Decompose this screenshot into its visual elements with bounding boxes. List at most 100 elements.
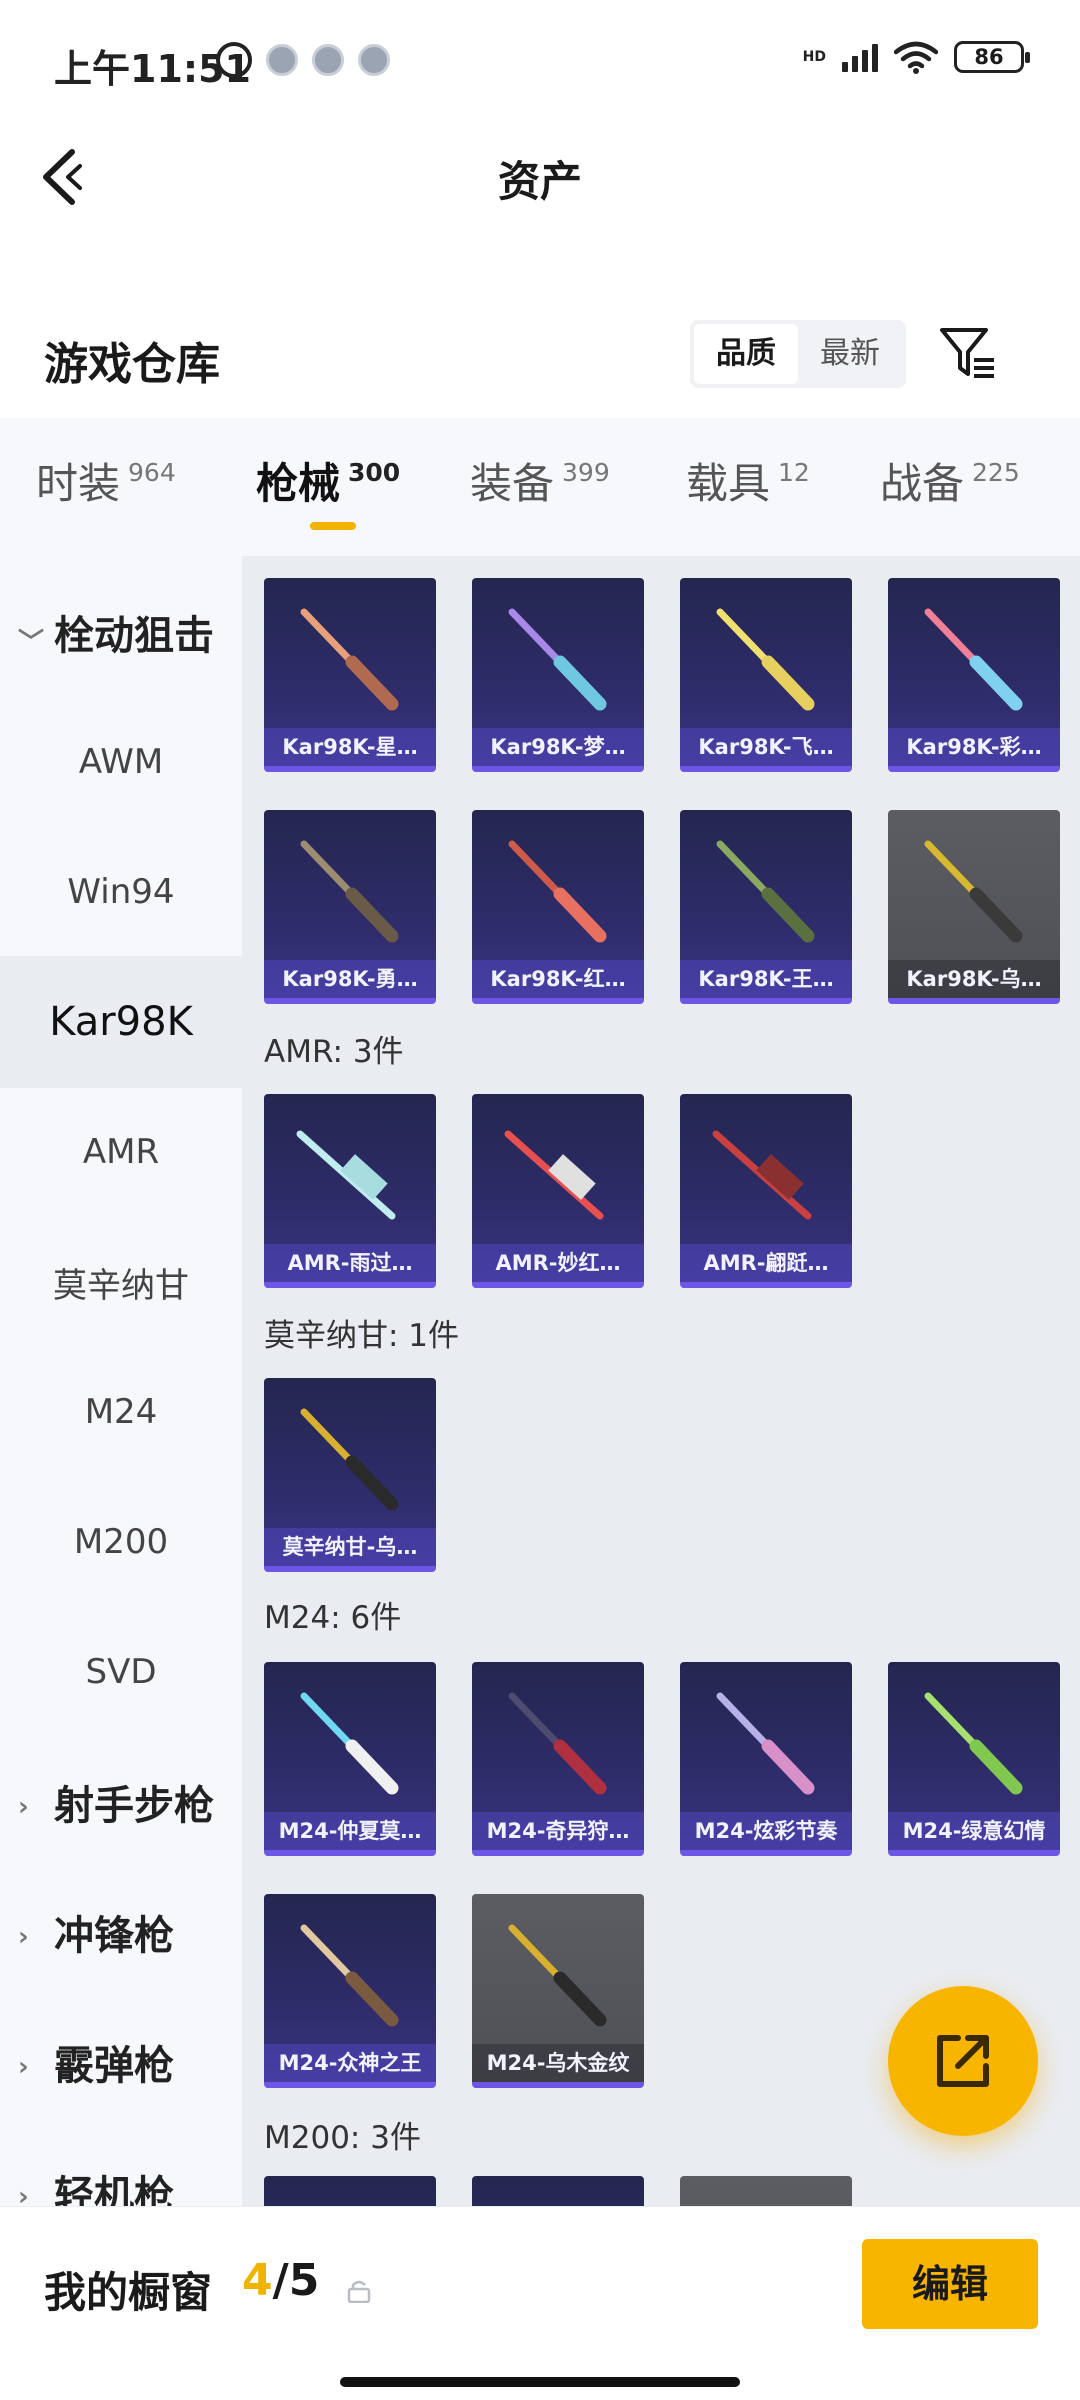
rifle-skin-icon bbox=[924, 608, 1023, 711]
tab-vehicles[interactable]: 载具 12 bbox=[686, 458, 810, 518]
tab-label: 装备 bbox=[470, 459, 555, 508]
tab-supplies[interactable]: 战备 225 bbox=[880, 458, 1020, 518]
card-name: M24-乌木金纹 bbox=[472, 2044, 644, 2082]
wifi-icon bbox=[894, 41, 938, 74]
sidebar-group-label: 射手步枪 bbox=[54, 1783, 214, 1829]
weapon-card[interactable]: Kar98K-勇… bbox=[264, 810, 436, 1004]
weapon-card[interactable]: M24-绿意幻情 bbox=[888, 1662, 1060, 1856]
sidebar-item-awm[interactable]: AWM bbox=[0, 696, 242, 828]
tab-label: 时装 bbox=[36, 459, 121, 508]
showcase-bar: 我的橱窗 4/5 编辑 bbox=[0, 2206, 1080, 2400]
battery-icon: 86 bbox=[954, 41, 1030, 73]
card-name: M24-众神之王 bbox=[264, 2044, 436, 2082]
weapon-card[interactable]: M24-奇异狩… bbox=[472, 1662, 644, 1856]
weapon-card[interactable]: M24-炫彩节奏 bbox=[680, 1662, 852, 1856]
weapon-sidebar: ﹀ 栓动狙击 AWM Win94 Kar98K AMR 莫辛纳甘 M24 M20… bbox=[0, 556, 242, 2219]
app-header: 资产 bbox=[0, 120, 1080, 230]
sidebar-group-smg[interactable]: › 冲锋枪 bbox=[0, 1866, 242, 1998]
network-type: HD bbox=[802, 49, 826, 65]
card-name: AMR-妙红… bbox=[472, 1244, 644, 1282]
sort-toggle: 品质 最新 bbox=[690, 320, 906, 388]
notification-icons bbox=[216, 42, 390, 78]
showcase-current: 4 bbox=[242, 2255, 273, 2306]
sidebar-group-bolt-sniper[interactable]: ﹀ 栓动狙击 bbox=[0, 566, 242, 698]
sidebar-item-mosin[interactable]: 莫辛纳甘 bbox=[0, 1216, 242, 1348]
sort-quality[interactable]: 品质 bbox=[694, 324, 798, 384]
active-tab-indicator bbox=[310, 522, 356, 530]
weapon-card[interactable]: AMR-雨过… bbox=[264, 1094, 436, 1288]
weapon-card[interactable]: Kar98K-乌… bbox=[888, 810, 1060, 1004]
tab-label: 枪械 bbox=[256, 459, 341, 508]
rifle-skin-icon bbox=[508, 1924, 607, 2027]
weapon-card[interactable]: Kar98K-飞… bbox=[680, 578, 852, 772]
sidebar-group-shotgun[interactable]: › 霰弹枪 bbox=[0, 1996, 242, 2128]
status-bar: 上午11:51 HD 86 bbox=[0, 0, 1080, 120]
app-notification-icon bbox=[266, 44, 298, 76]
weapon-card[interactable] bbox=[472, 2176, 644, 2206]
tab-equipment[interactable]: 装备 399 bbox=[470, 458, 610, 518]
sidebar-item-win94[interactable]: Win94 bbox=[0, 826, 242, 958]
rifle-skin-icon bbox=[924, 1692, 1023, 1795]
section-label: 莫辛纳甘: 1件 bbox=[264, 1318, 460, 1354]
weapon-card[interactable]: Kar98K-红… bbox=[472, 810, 644, 1004]
sidebar-item-m200[interactable]: M200 bbox=[0, 1476, 242, 1608]
tab-firearms[interactable]: 枪械 300 bbox=[256, 458, 400, 518]
card-name: Kar98K-飞… bbox=[680, 728, 852, 766]
weapon-card[interactable] bbox=[264, 2176, 436, 2206]
weapon-card[interactable]: M24-仲夏莫… bbox=[264, 1662, 436, 1856]
share-fab[interactable] bbox=[888, 1986, 1038, 2136]
edit-button[interactable]: 编辑 bbox=[862, 2239, 1038, 2329]
section-label: M24: 6件 bbox=[264, 1600, 402, 1636]
page-title: 资产 bbox=[497, 157, 582, 206]
sort-newest[interactable]: 最新 bbox=[798, 324, 902, 384]
tab-fashion[interactable]: 时装 964 bbox=[36, 458, 176, 518]
share-icon bbox=[937, 2035, 989, 2087]
card-name: Kar98K-勇… bbox=[264, 960, 436, 998]
card-name: Kar98K-乌… bbox=[888, 960, 1060, 998]
rifle-skin-icon bbox=[300, 840, 399, 943]
app-notification-icon bbox=[312, 44, 344, 76]
card-name: AMR-翩跹… bbox=[680, 1244, 852, 1282]
weapon-grid: Kar98K-星… Kar98K-梦… Kar98K-飞… Kar98K-彩… … bbox=[242, 556, 1080, 2206]
tab-count: 300 bbox=[348, 458, 401, 487]
chevron-down-icon: ﹀ bbox=[18, 628, 45, 658]
filter-icon[interactable] bbox=[938, 324, 998, 384]
weapon-card[interactable]: AMR-翩跹… bbox=[680, 1094, 852, 1288]
weapon-card[interactable]: M24-乌木金纹 bbox=[472, 1894, 644, 2088]
sidebar-item-svd[interactable]: SVD bbox=[0, 1606, 242, 1738]
sidebar-group-label: 霰弹枪 bbox=[54, 2043, 174, 2089]
rifle-skin-icon bbox=[716, 1692, 815, 1795]
card-name: M24-奇异狩… bbox=[472, 1812, 644, 1850]
tab-label: 载具 bbox=[686, 459, 771, 508]
weapon-card[interactable]: 莫辛纳甘-乌… bbox=[264, 1378, 436, 1572]
weapon-card[interactable]: Kar98K-星… bbox=[264, 578, 436, 772]
weapon-card[interactable] bbox=[680, 2176, 852, 2206]
alarm-icon bbox=[216, 42, 252, 78]
sidebar-item-m24[interactable]: M24 bbox=[0, 1346, 242, 1478]
weapon-card[interactable]: M24-众神之王 bbox=[264, 1894, 436, 2088]
weapon-card[interactable]: Kar98K-彩… bbox=[888, 578, 1060, 772]
card-name: M24-绿意幻情 bbox=[888, 1812, 1060, 1850]
card-name: Kar98K-王… bbox=[680, 960, 852, 998]
weapon-card[interactable]: AMR-妙红… bbox=[472, 1094, 644, 1288]
rifle-skin-icon bbox=[924, 840, 1023, 943]
card-name: Kar98K-星… bbox=[264, 728, 436, 766]
sidebar-group-label: 栓动狙击 bbox=[54, 613, 214, 659]
rifle-skin-icon bbox=[508, 608, 607, 711]
tab-count: 225 bbox=[972, 458, 1020, 487]
rifle-skin-icon bbox=[300, 608, 399, 711]
sidebar-item-amr[interactable]: AMR bbox=[0, 1086, 242, 1218]
sidebar-group-marksman[interactable]: › 射手步枪 bbox=[0, 1736, 242, 1868]
rifle-skin-icon bbox=[296, 1130, 396, 1220]
chevron-right-icon: › bbox=[18, 1792, 29, 1822]
section-label: M200: 3件 bbox=[264, 2120, 421, 2156]
rifle-skin-icon bbox=[712, 1130, 812, 1220]
weapon-card[interactable]: Kar98K-梦… bbox=[472, 578, 644, 772]
lock-icon bbox=[347, 2280, 371, 2303]
sidebar-item-kar98k[interactable]: Kar98K bbox=[0, 956, 242, 1088]
weapon-card[interactable]: Kar98K-王… bbox=[680, 810, 852, 1004]
rifle-skin-icon bbox=[508, 840, 607, 943]
card-name: Kar98K-彩… bbox=[888, 728, 1060, 766]
tab-count: 964 bbox=[128, 458, 176, 487]
showcase-total: /5 bbox=[272, 2255, 320, 2306]
